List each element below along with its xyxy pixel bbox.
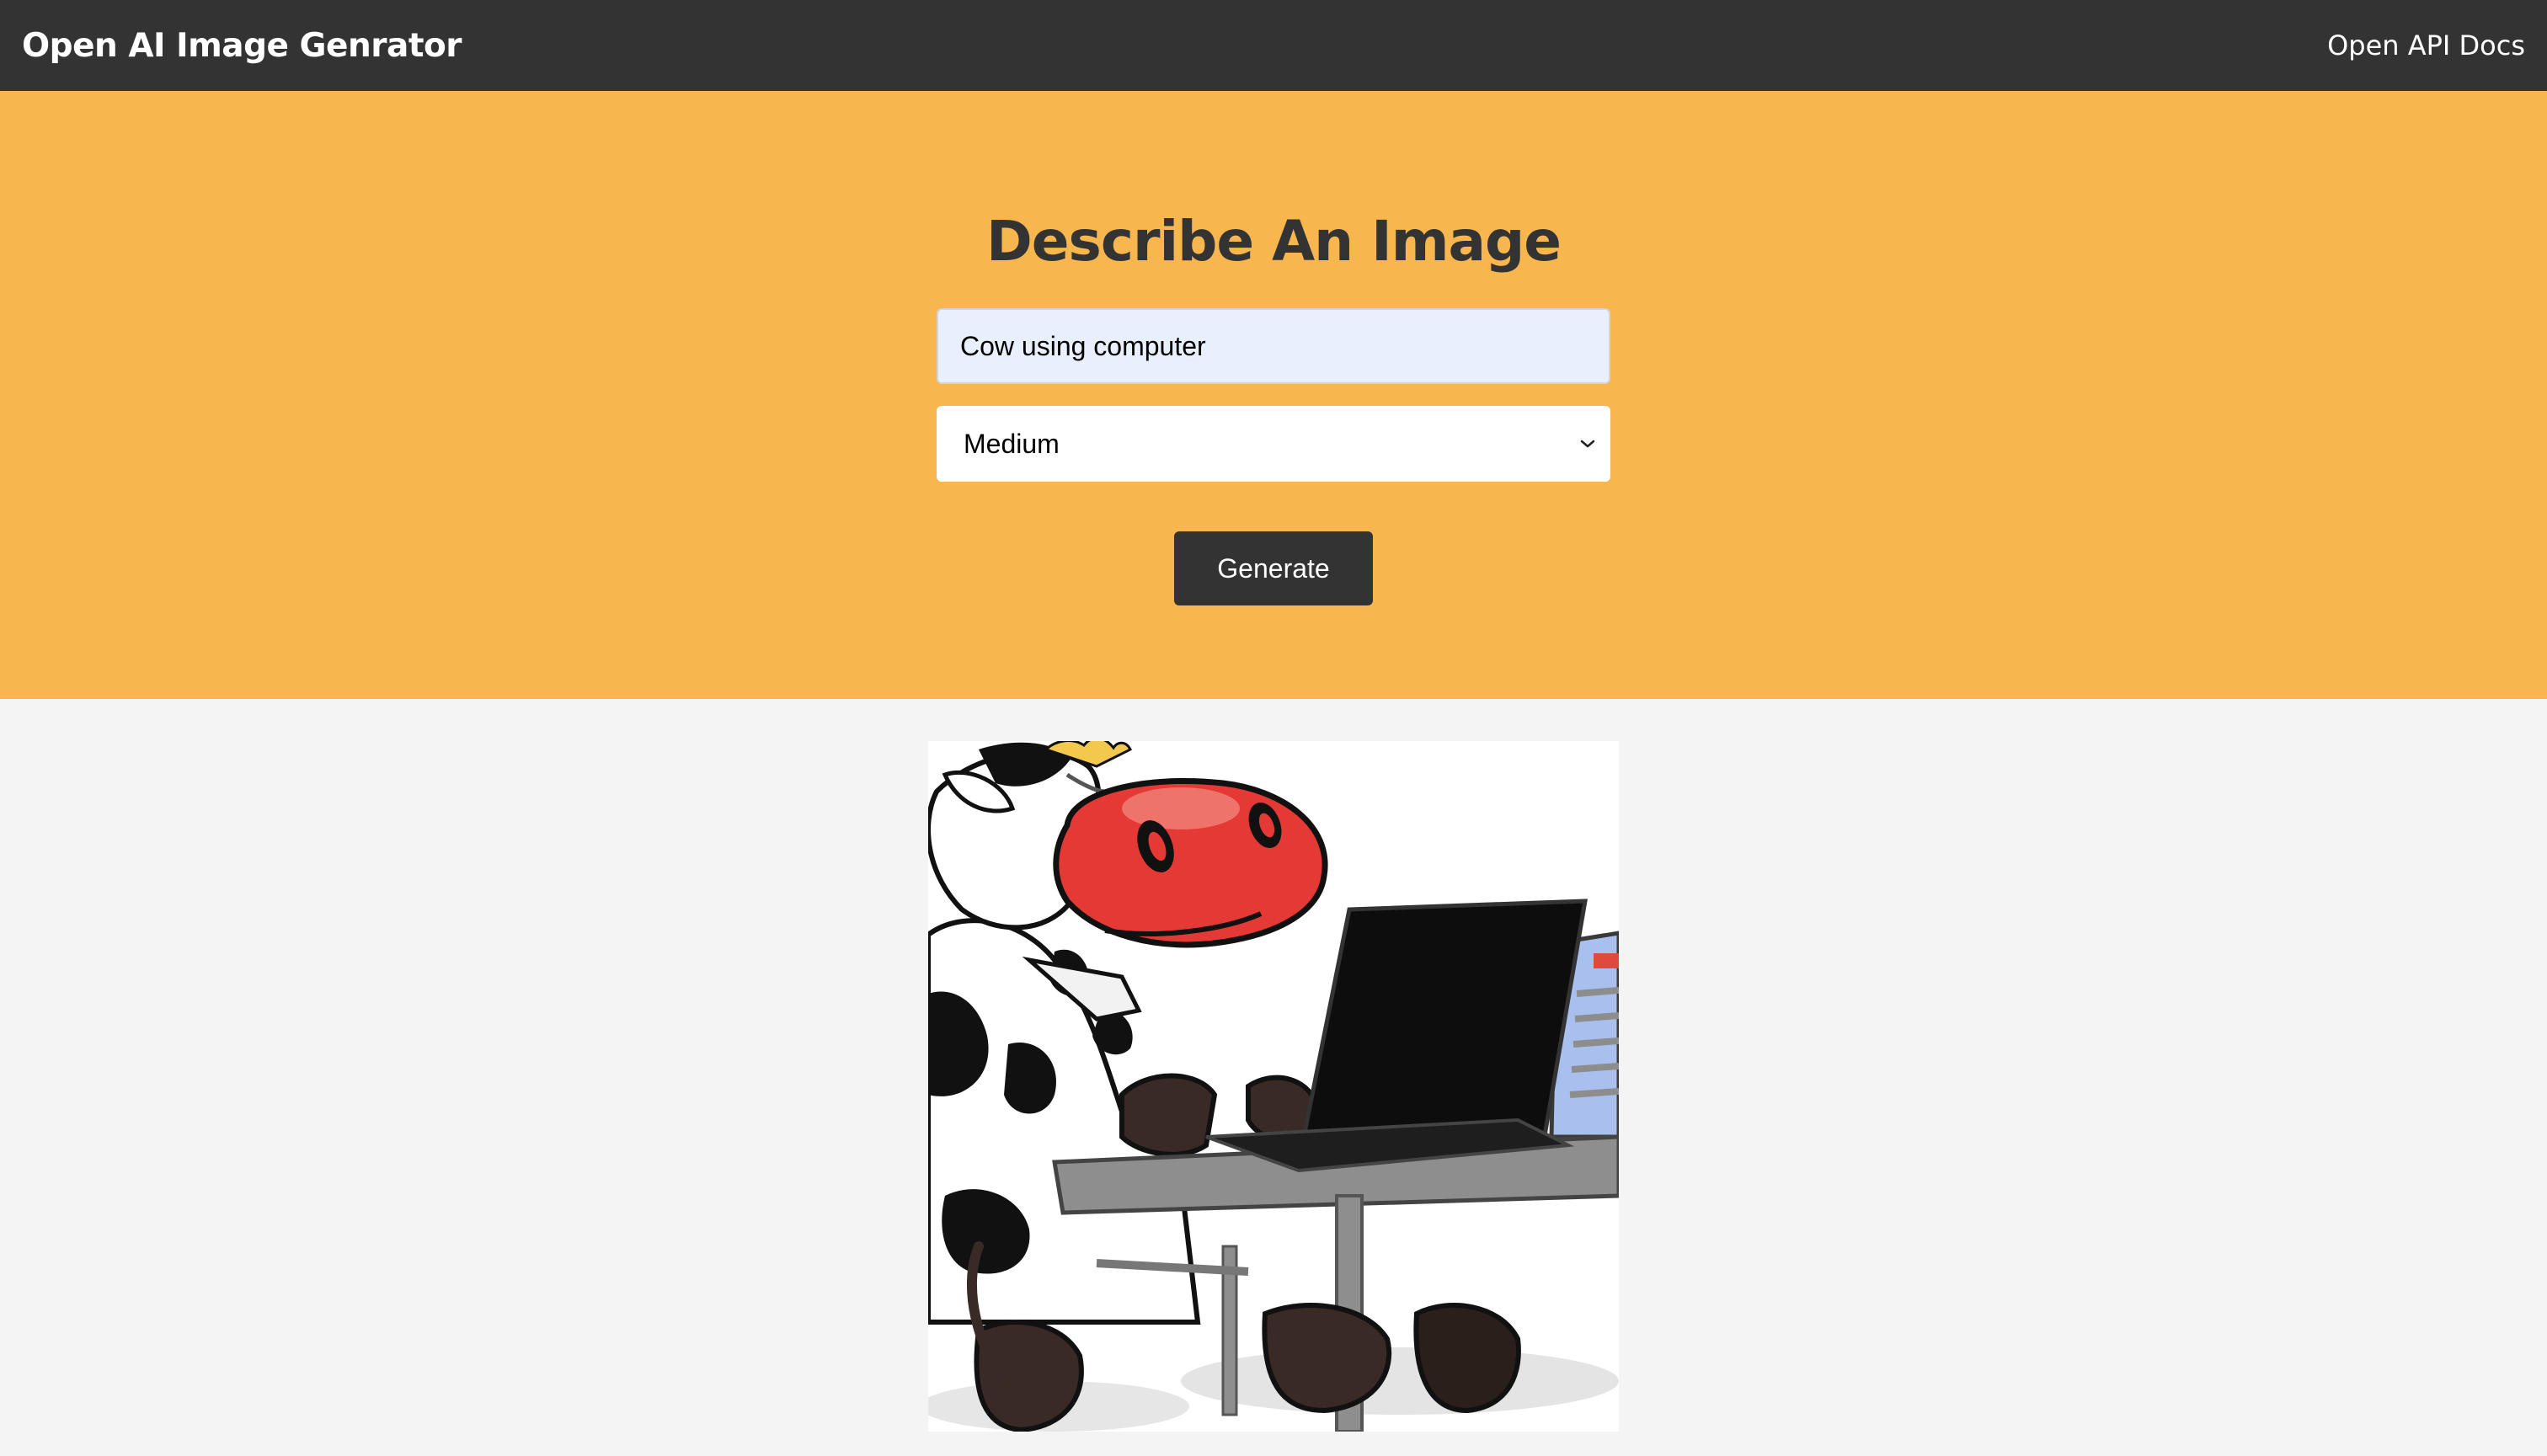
generate-button[interactable]: Generate xyxy=(1174,531,1373,605)
size-select[interactable]: Medium xyxy=(937,406,1610,482)
prompt-section xyxy=(0,91,2547,699)
size-select-value: Medium xyxy=(964,428,1060,459)
brand-logo[interactable]: Open AI Image Genrator xyxy=(22,27,462,65)
api-docs-link[interactable]: Open API Docs xyxy=(2327,29,2525,61)
prompt-input[interactable] xyxy=(937,308,1610,384)
cow-computer-illustration xyxy=(928,741,1619,1432)
chevron-down-icon xyxy=(1577,433,1599,455)
page-title: Describe An Image xyxy=(985,209,1562,274)
generated-image xyxy=(928,741,1619,1432)
navbar: Open AI Image Genrator Open API Docs xyxy=(0,0,2547,91)
